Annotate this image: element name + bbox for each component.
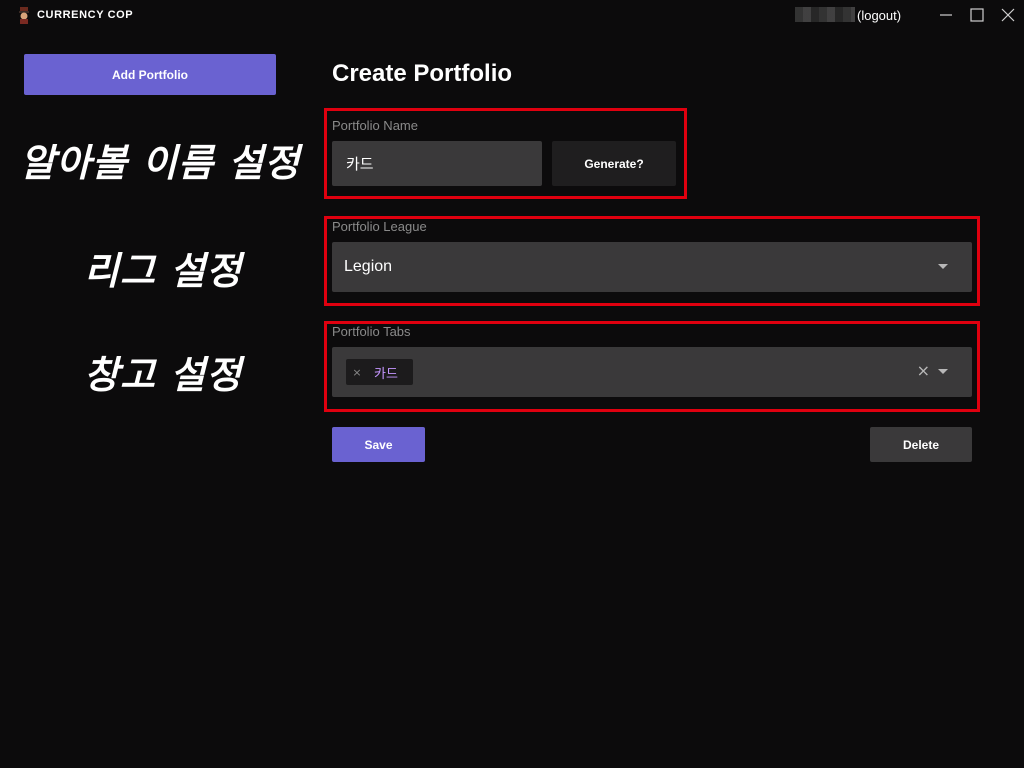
chevron-down-icon[interactable] [938, 264, 948, 269]
annotation-name-note: 알아볼 이름 설정 [20, 141, 301, 185]
portfolio-tabs-label: Portfolio Tabs [332, 324, 411, 339]
annotation-tabs-note: 창고 설정 [84, 353, 243, 397]
close-icon[interactable] [996, 5, 1020, 25]
save-button[interactable]: Save [332, 427, 425, 462]
annotation-league-note: 리그 설정 [84, 249, 243, 293]
logout-link[interactable]: (logout) [857, 8, 901, 23]
portfolio-tabs-select[interactable]: × 카드 × [332, 347, 972, 397]
tab-chip-label: 카드 [374, 366, 398, 382]
app-window: CURRENCY COP (logout) Add Portfolio 알아볼 … [0, 0, 1024, 768]
clear-selection-icon[interactable]: × [917, 361, 930, 380]
minimize-icon[interactable] [934, 5, 958, 25]
page-title: Create Portfolio [332, 60, 513, 87]
add-portfolio-button[interactable]: Add Portfolio [24, 54, 276, 95]
username-redacted [795, 7, 855, 22]
chip-remove-icon[interactable]: × [347, 366, 367, 379]
chevron-down-icon[interactable] [938, 369, 948, 374]
tab-chip: × 카드 [346, 359, 413, 385]
portfolio-name-input[interactable] [332, 141, 542, 186]
maximize-icon[interactable] [965, 5, 989, 25]
portfolio-name-label: Portfolio Name [332, 118, 418, 133]
app-title: CURRENCY COP [37, 9, 134, 21]
title-bar: CURRENCY COP (logout) [0, 0, 1024, 30]
league-selected-value: Legion [344, 258, 393, 275]
generate-name-button[interactable]: Generate? [552, 141, 676, 186]
portfolio-league-label: Portfolio League [332, 219, 427, 234]
currency-cop-logo-icon [19, 7, 29, 24]
delete-button[interactable]: Delete [870, 427, 972, 462]
portfolio-league-select[interactable]: Legion [332, 242, 972, 292]
